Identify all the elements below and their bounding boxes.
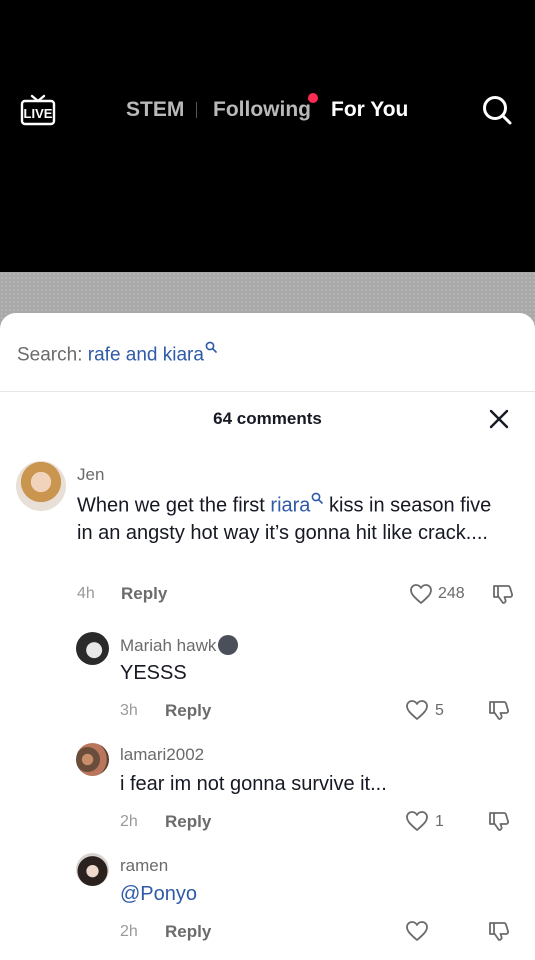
avatar[interactable] (76, 743, 109, 776)
top-bar: LIVE STEM Following For You (0, 0, 535, 272)
reply-text: i fear im not gonna survive it... (120, 773, 387, 795)
heart-icon[interactable] (405, 699, 429, 721)
reply-text: YESSS (120, 662, 187, 684)
like-count: 5 (435, 702, 444, 719)
reply-button[interactable]: Reply (121, 584, 167, 604)
avatar[interactable] (76, 853, 109, 886)
search-suggestion-term[interactable]: rafe and kiara (88, 344, 204, 365)
comments-sheet: Search: rafe and kiara 64 comments Jen W… (0, 313, 535, 960)
reply-time: 3h (120, 702, 138, 719)
reply-username[interactable]: Mariah hawk (120, 635, 239, 656)
dislike-icon[interactable] (491, 582, 515, 606)
reply-time: 2h (120, 813, 138, 830)
reply-username[interactable]: lamari2002 (120, 745, 204, 765)
reply-username[interactable]: ramen (120, 856, 168, 876)
reply-username-text: Mariah hawk (120, 636, 217, 655)
like-count: 248 (438, 585, 465, 602)
comment-username[interactable]: Jen (77, 465, 104, 485)
search-suggestion-prefix: Search: (17, 344, 83, 366)
search-icon[interactable] (481, 94, 513, 126)
notification-dot (308, 93, 318, 103)
dislike-icon[interactable] (487, 698, 511, 722)
avatar[interactable] (16, 461, 66, 511)
tab-stem[interactable]: STEM (126, 96, 184, 124)
like-count: 1 (435, 813, 444, 830)
reply-time: 2h (120, 923, 138, 940)
comment-text: When we get the first riara kiss in seas… (77, 492, 497, 547)
search-suggestion[interactable]: Search: rafe and kiara (17, 341, 217, 367)
reply-button[interactable]: Reply (165, 701, 211, 721)
tab-following[interactable]: Following (213, 96, 311, 124)
reply-mention[interactable]: @Ponyo (120, 881, 197, 908)
comment-text-before: When we get the first (77, 494, 271, 517)
tab-for-you[interactable]: For You (331, 96, 408, 124)
close-icon[interactable] (488, 408, 510, 430)
heart-icon[interactable] (405, 920, 429, 942)
heart-icon[interactable] (405, 810, 429, 832)
comment-count: 64 comments (213, 409, 322, 428)
dislike-icon[interactable] (487, 809, 511, 833)
tab-divider (196, 102, 197, 118)
reply-button[interactable]: Reply (165, 922, 211, 942)
comment-search-link[interactable]: riara (270, 495, 310, 517)
heart-icon[interactable] (409, 583, 433, 605)
emoji-badge-icon (218, 635, 239, 655)
comment-time: 4h (77, 585, 95, 602)
search-icon (205, 341, 217, 353)
reply-button[interactable]: Reply (165, 812, 211, 832)
feed-tabs: STEM Following For You (0, 93, 535, 124)
divider (0, 391, 535, 392)
search-icon (312, 492, 324, 504)
avatar[interactable] (76, 632, 109, 665)
dislike-icon[interactable] (487, 919, 511, 943)
